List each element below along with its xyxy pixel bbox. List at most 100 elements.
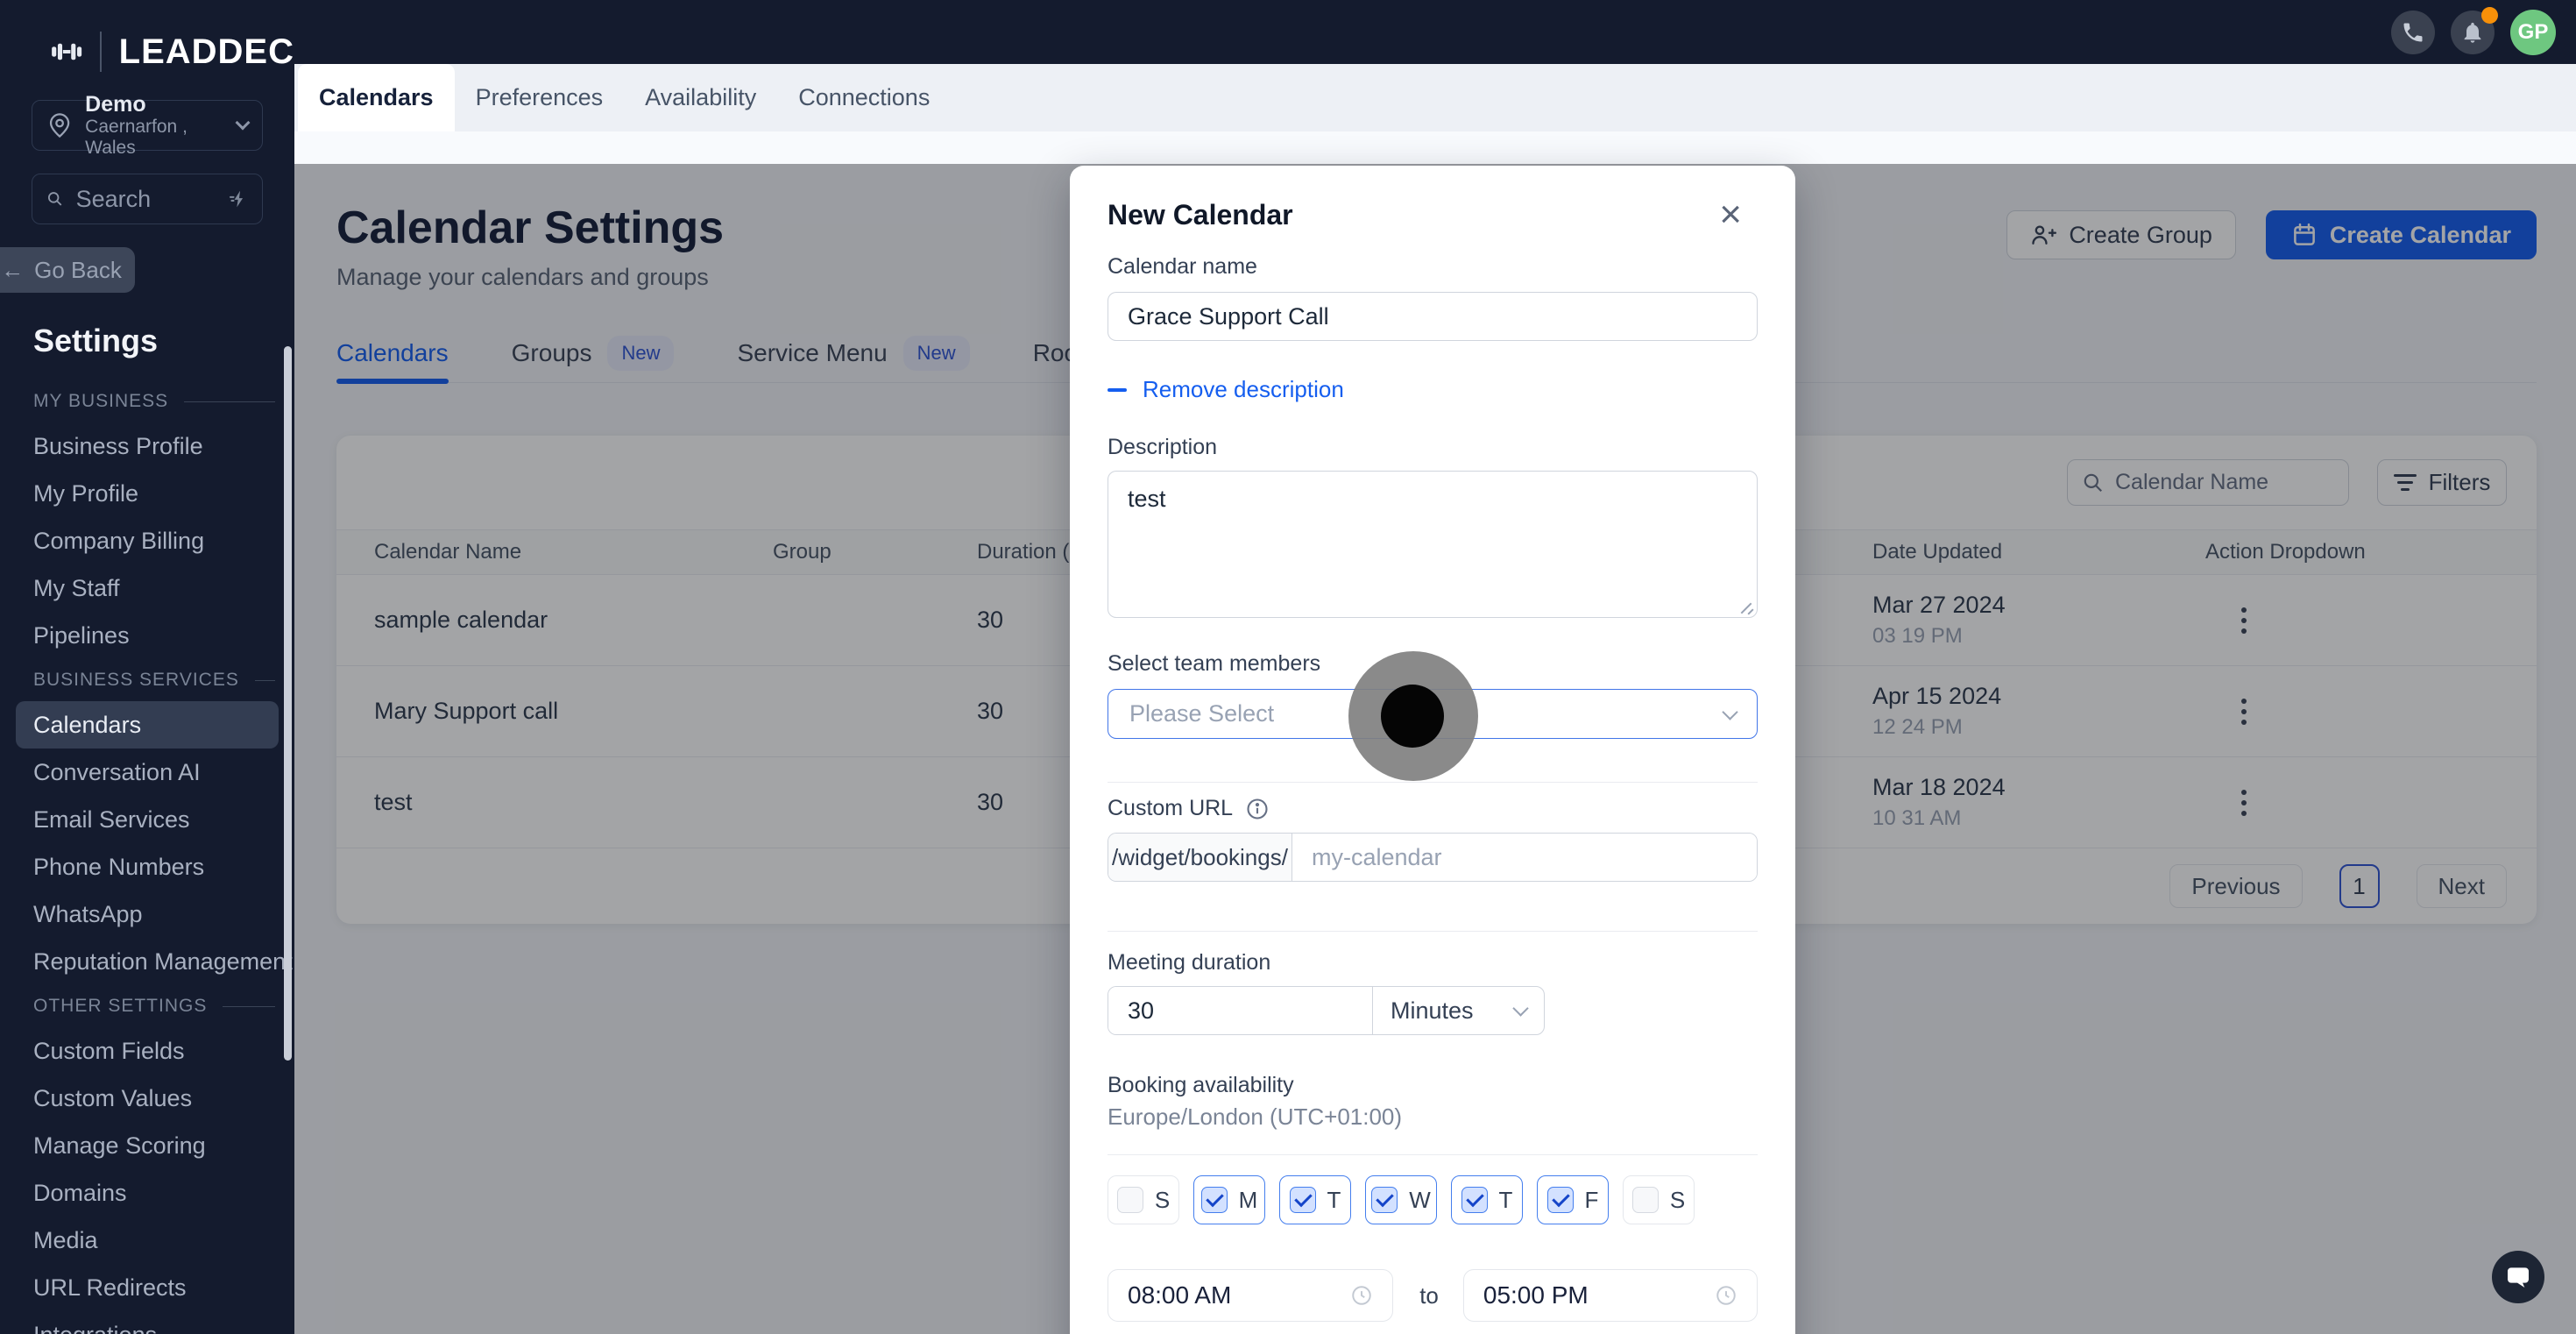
clock-icon	[1350, 1284, 1373, 1307]
calendar-name-input[interactable]	[1108, 292, 1758, 341]
chevron-down-icon	[1512, 1000, 1528, 1016]
timezone-text: Europe/London (UTC+01:00)	[1108, 1103, 1758, 1131]
to-label: to	[1419, 1282, 1439, 1309]
phone-icon	[2401, 20, 2425, 45]
sidebar-item-company-billing[interactable]: Company Billing	[16, 517, 279, 564]
section-divider	[184, 401, 275, 402]
tab-calendars[interactable]: Calendars	[298, 64, 455, 131]
brand-logo: LEADDEC	[0, 0, 294, 72]
modal-title: New Calendar	[1108, 199, 1293, 231]
sidebar-item-my-staff[interactable]: My Staff	[16, 564, 279, 612]
divider	[1108, 931, 1758, 932]
business-hours-row: 08:00 AM to 05:00 PM	[1108, 1269, 1758, 1322]
checkbox-icon	[1117, 1187, 1143, 1213]
go-back-label: Go Back	[34, 257, 122, 284]
app-root: LEADDEC Demo Caernarfon , Wales	[0, 0, 2576, 1334]
sidebar-item-url-redirects[interactable]: URL Redirects	[16, 1264, 279, 1311]
sidebar-item-whatsapp[interactable]: WhatsApp	[16, 891, 279, 938]
sidebar-item-email-services[interactable]: Email Services	[16, 796, 279, 843]
sidebar-item-calendars[interactable]: Calendars	[16, 701, 279, 749]
day-checkbox-thursday[interactable]: T	[1451, 1175, 1523, 1224]
end-time-field[interactable]: 05:00 PM	[1463, 1269, 1758, 1322]
nav-section-my-business: MY BUSINESS	[0, 380, 294, 422]
checkbox-icon	[1461, 1187, 1488, 1213]
settings-nav: MY BUSINESS Business Profile My Profile …	[0, 380, 294, 1334]
sidebar-item-pipelines[interactable]: Pipelines	[16, 612, 279, 659]
meeting-duration-label: Meeting duration	[1108, 950, 1758, 976]
day-checkbox-friday[interactable]: F	[1537, 1175, 1609, 1224]
description-label: Description	[1108, 435, 1758, 460]
location-selector[interactable]: Demo Caernarfon , Wales	[32, 100, 263, 151]
day-checkbox-tuesday[interactable]: T	[1279, 1175, 1351, 1224]
sidebar-item-media[interactable]: Media	[16, 1217, 279, 1264]
sidebar-search-input[interactable]	[76, 186, 216, 213]
checkbox-icon	[1371, 1187, 1398, 1213]
custom-url-group: /widget/bookings/	[1108, 833, 1758, 882]
breadcrumb-strip	[294, 131, 2576, 164]
duration-value-input[interactable]	[1108, 987, 1373, 1034]
search-icon	[46, 187, 64, 211]
nav-section-other-settings: OTHER SETTINGS	[0, 985, 294, 1027]
sidebar-item-custom-values[interactable]: Custom Values	[16, 1075, 279, 1122]
close-icon[interactable]: ×	[1719, 199, 1742, 231]
booking-availability-label: Booking availability	[1108, 1073, 1758, 1098]
custom-url-input[interactable]	[1292, 834, 1757, 881]
sidebar-item-custom-fields[interactable]: Custom Fields	[16, 1027, 279, 1075]
checkbox-icon	[1547, 1187, 1574, 1213]
top-tabbar: Calendars Preferences Availability Conne…	[294, 64, 2576, 131]
sidebar-scrollbar[interactable]	[284, 346, 292, 1061]
sidebar-item-manage-scoring[interactable]: Manage Scoring	[16, 1122, 279, 1169]
clock-icon	[1715, 1284, 1737, 1307]
sidebar-item-phone-numbers[interactable]: Phone Numbers	[16, 843, 279, 891]
sidebar-title: Settings	[33, 323, 294, 359]
section-divider	[223, 1006, 275, 1007]
divider	[1108, 782, 1758, 783]
phone-button[interactable]	[2391, 11, 2435, 54]
calendar-name-label: Calendar name	[1108, 254, 1758, 280]
location-subtitle: Caernarfon , Wales	[85, 117, 225, 159]
sidebar-item-conversation-ai[interactable]: Conversation AI	[16, 749, 279, 796]
top-header: GP	[294, 0, 2576, 64]
checkbox-icon	[1201, 1187, 1228, 1213]
dumbbell-icon	[51, 37, 82, 67]
weekday-picker: S M T W T F S	[1108, 1175, 1758, 1224]
section-divider	[255, 680, 275, 681]
minus-icon	[1108, 388, 1127, 392]
sidebar-item-domains[interactable]: Domains	[16, 1169, 279, 1217]
avatar[interactable]: GP	[2510, 10, 2556, 55]
sidebar: LEADDEC Demo Caernarfon , Wales	[0, 0, 294, 1334]
tab-availability[interactable]: Availability	[624, 64, 777, 131]
cursor-dot	[1381, 685, 1444, 748]
day-checkbox-monday[interactable]: M	[1193, 1175, 1265, 1224]
checkbox-icon	[1632, 1187, 1659, 1213]
sidebar-item-integrations[interactable]: Integrations	[16, 1311, 279, 1334]
url-prefix: /widget/bookings/	[1108, 834, 1292, 881]
checkbox-icon	[1290, 1187, 1316, 1213]
brand-name: LEADDEC	[119, 32, 294, 72]
location-pin-icon	[46, 110, 73, 140]
sidebar-item-reputation-management[interactable]: Reputation Management	[16, 938, 279, 985]
day-checkbox-wednesday[interactable]: W	[1365, 1175, 1437, 1224]
back-arrow-icon: ←	[1, 257, 24, 284]
logo-divider	[100, 32, 101, 72]
remove-description-link[interactable]: Remove description	[1108, 376, 1758, 403]
custom-url-label: Custom URL	[1108, 796, 1233, 821]
chevron-down-icon	[236, 116, 251, 131]
tab-preferences[interactable]: Preferences	[455, 64, 625, 131]
bell-icon	[2460, 20, 2485, 45]
description-textarea[interactable]: test	[1108, 471, 1758, 618]
sidebar-search[interactable]	[32, 174, 263, 224]
day-checkbox-saturday[interactable]: S	[1623, 1175, 1695, 1224]
go-back-button[interactable]: ← Go Back	[0, 247, 135, 293]
nav-section-business-services: BUSINESS SERVICES	[0, 659, 294, 701]
day-checkbox-sunday[interactable]: S	[1108, 1175, 1179, 1224]
tab-connections[interactable]: Connections	[777, 64, 951, 131]
sidebar-item-my-profile[interactable]: My Profile	[16, 470, 279, 517]
chat-bubble-icon	[2504, 1263, 2532, 1291]
sidebar-item-business-profile[interactable]: Business Profile	[16, 422, 279, 470]
quick-actions-icon	[229, 185, 248, 213]
duration-unit-select[interactable]: Minutes	[1373, 987, 1544, 1034]
notifications-button[interactable]	[2451, 11, 2495, 54]
support-chat-button[interactable]	[2492, 1251, 2544, 1303]
start-time-field[interactable]: 08:00 AM	[1108, 1269, 1393, 1322]
